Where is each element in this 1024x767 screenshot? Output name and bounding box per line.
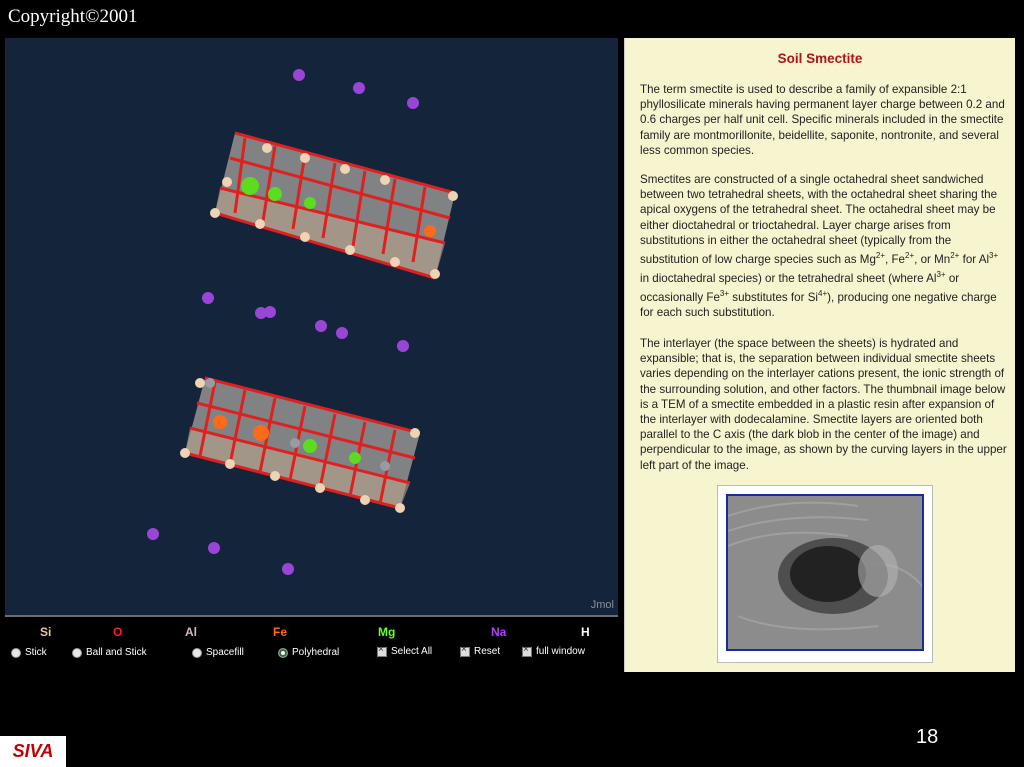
reset-label: Reset: [474, 646, 501, 657]
radio-icon[interactable]: [192, 647, 202, 658]
ion-al: Al: [978, 252, 990, 266]
ion-fe-charge: 2+: [905, 251, 915, 261]
ion-mn: Mn: [934, 252, 951, 266]
ion-al-2: Al: [926, 271, 937, 285]
copyright-text: Copyright©2001: [8, 6, 138, 27]
ion-mg-charge: 2+: [875, 251, 886, 261]
text-for: for: [962, 252, 977, 266]
tem-thumbnail-frame[interactable]: [717, 485, 933, 663]
full-window-checkbox[interactable]: full window: [522, 644, 585, 657]
paragraph-definition: The term smectite is used to describe a …: [640, 83, 1005, 157]
jmol-brand-label: Jmol: [590, 599, 614, 611]
checkbox-icon[interactable]: [377, 644, 387, 657]
ion-si: Si: [807, 291, 819, 304]
structure-text-d: substitutes for: [732, 291, 805, 304]
radio-selected-icon[interactable]: [278, 647, 288, 658]
slide-number: 18: [916, 726, 939, 748]
description-panel[interactable]: Soil Smectite The term smectite is used …: [624, 38, 1015, 672]
stick-label: Stick: [25, 647, 47, 658]
ion-fe3: Fe: [706, 291, 720, 304]
ion-fe3-charge: 3+: [719, 289, 730, 299]
spacefill-radio[interactable]: Spacefill: [192, 647, 244, 658]
legend-al: Al: [185, 625, 197, 639]
legend-fe: Fe: [273, 625, 288, 639]
checkbox-icon[interactable]: [460, 644, 470, 657]
lower-clay-layer: [180, 376, 421, 513]
select-all-label: Select All: [391, 646, 433, 657]
ball-and-stick-label: Ball and Stick: [86, 647, 147, 658]
element-legend-controls: Si O Al Fe Mg Na H Stick Ball and Stick …: [5, 615, 618, 669]
tem-thumbnail-image[interactable]: [726, 494, 924, 651]
legend-h: H: [581, 625, 590, 639]
ion-al-2-charge: 3+: [936, 270, 946, 280]
paragraph-structure: Smectites are constructed of a single oc…: [640, 173, 999, 320]
stick-radio[interactable]: Stick: [11, 647, 47, 658]
legend-si: Si: [40, 625, 52, 639]
ball-and-stick-radio[interactable]: Ball and Stick: [72, 647, 147, 658]
legend-o: O: [113, 625, 123, 639]
radio-icon[interactable]: [11, 647, 21, 658]
jmol-molecule-viewer[interactable]: Jmol: [5, 38, 618, 615]
select-all-checkbox[interactable]: Select All: [377, 644, 433, 657]
spacefill-label: Spacefill: [206, 647, 244, 658]
ion-mn-charge: 2+: [950, 251, 960, 261]
legend-na: Na: [491, 625, 507, 639]
ion-fe: Fe: [891, 252, 905, 266]
paragraph-interlayer: The interlayer (the space between the sh…: [640, 337, 1007, 472]
structure-text-b: in dioctahedral species) or the tetrahed…: [640, 271, 924, 285]
ion-si-charge: 4+: [818, 289, 828, 299]
panel-title: Soil Smectite: [777, 51, 863, 66]
text-or: , or: [914, 252, 931, 266]
checkbox-icon[interactable]: [522, 644, 532, 657]
ion-mg: Mg: [859, 252, 876, 266]
radio-icon[interactable]: [72, 647, 82, 658]
polyhedral-radio[interactable]: Polyhedral: [278, 647, 339, 658]
smectite-structure-render: [147, 69, 458, 575]
tem-image-render: [728, 496, 922, 649]
full-window-label: full window: [536, 646, 585, 657]
upper-clay-layer: [210, 131, 458, 280]
ion-al-charge: 3+: [989, 251, 999, 261]
siva-logo: SIVA: [0, 736, 66, 767]
polyhedral-label: Polyhedral: [292, 647, 340, 658]
reset-checkbox[interactable]: Reset: [460, 644, 501, 657]
legend-mg: Mg: [378, 625, 396, 639]
